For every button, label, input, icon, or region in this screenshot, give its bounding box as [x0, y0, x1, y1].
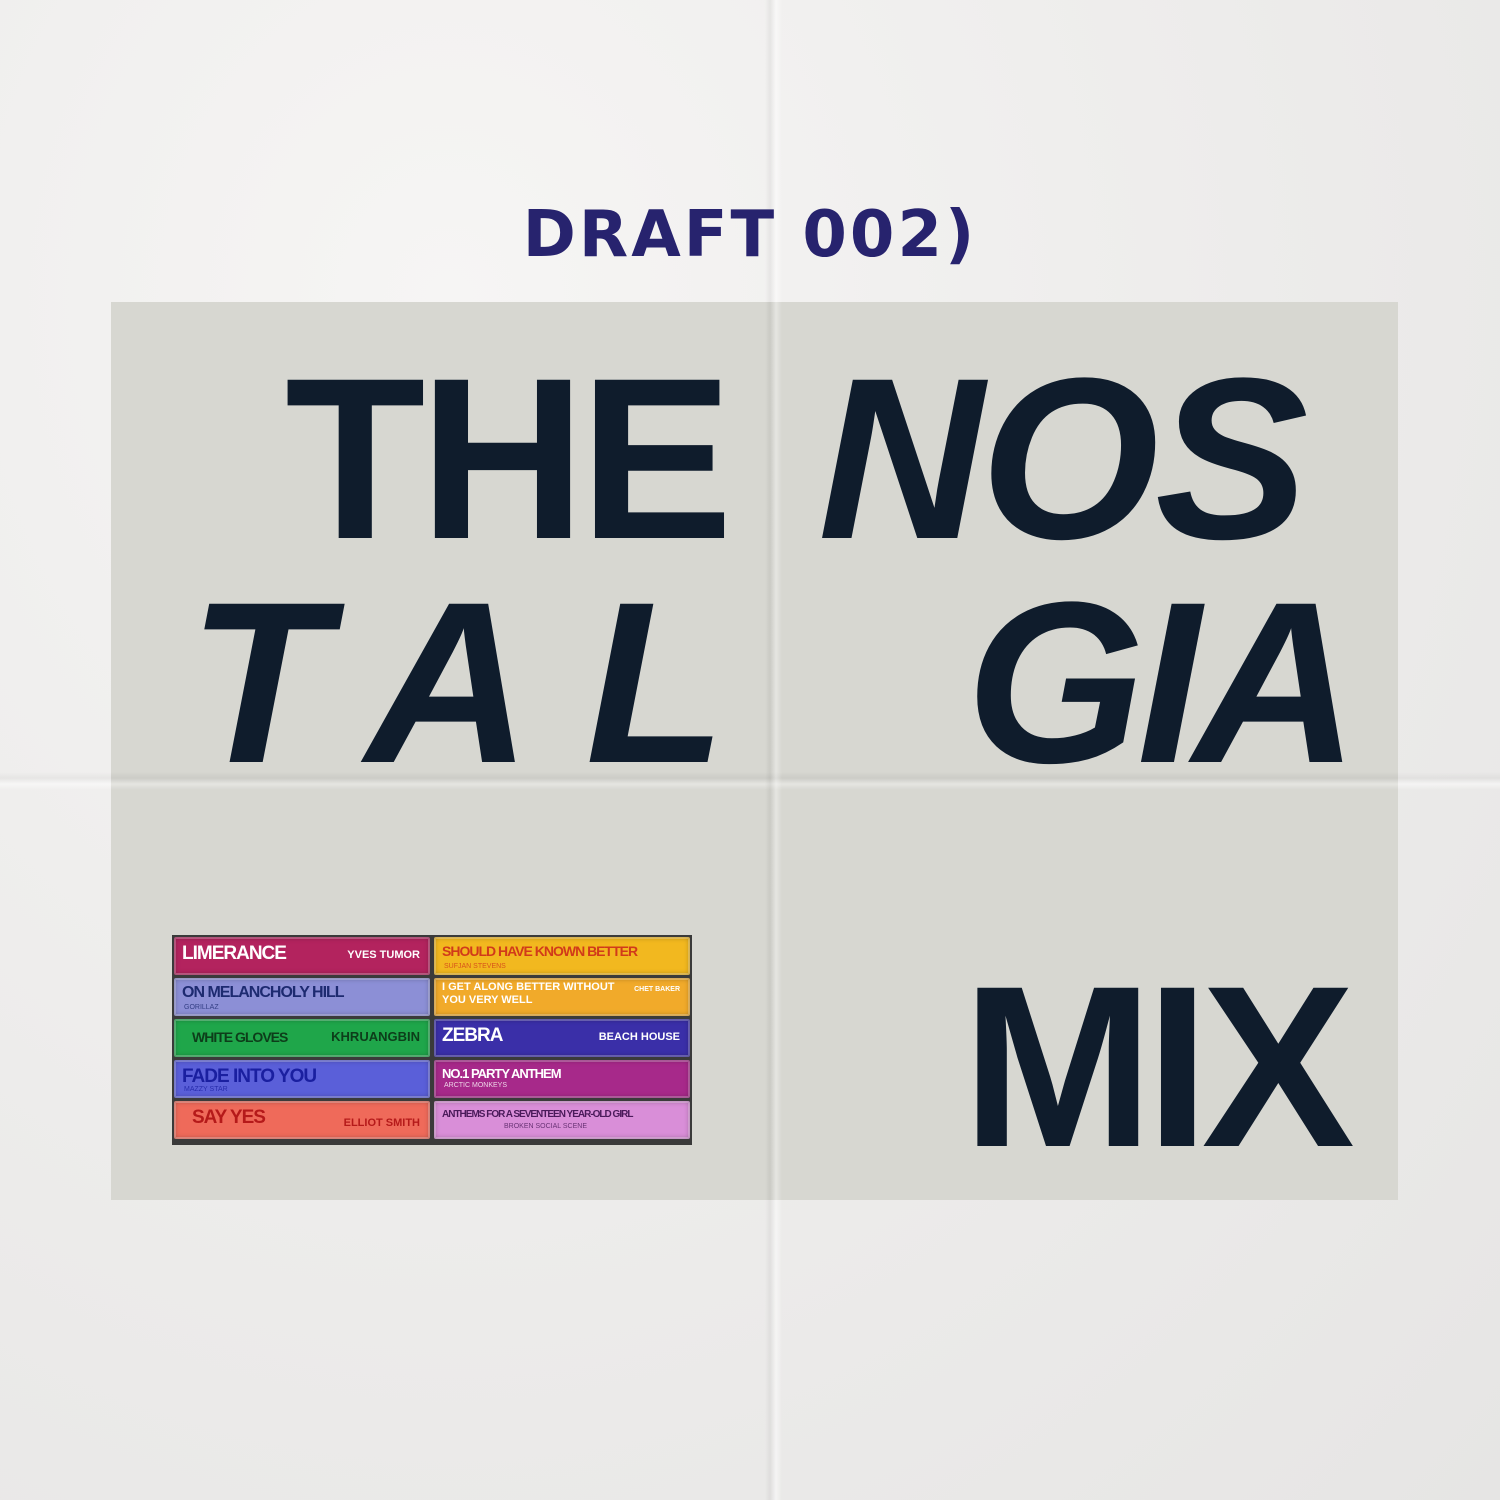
title-word-the: THE — [285, 330, 733, 587]
cassette-title: WHITE GLOVES — [192, 1029, 288, 1045]
cassette-anthems: ANTHEMS FOR A SEVENTEEN YEAR-OLD GIRL BR… — [434, 1101, 690, 1139]
cassette-white-gloves: WHITE GLOVES KHRUANGBIN — [174, 1019, 430, 1057]
cassette-say-yes: SAY YES ELLIOT SMITH — [174, 1101, 430, 1139]
cassette-title: SAY YES — [192, 1107, 266, 1128]
title-word-nos: NOS — [818, 330, 1308, 587]
cassette-title-line2: YOU VERY WELL — [442, 994, 533, 1006]
cassette-title: ON MELANCHOLY HILL — [182, 984, 345, 1001]
cassette-artist: ARCTIC MONKEYS — [444, 1082, 508, 1089]
cassette-artist: BROKEN SOCIAL SCENE — [504, 1123, 587, 1130]
cassette-column-left: LIMERANCE YVES TUMOR ON MELANCHOLY HILL … — [174, 937, 430, 1142]
cassette-no1-party-anthem: NO.1 PARTY ANTHEM ARCTIC MONKEYS — [434, 1060, 690, 1098]
cassette-title: I GET ALONG BETTER WITHOUT — [442, 981, 615, 993]
draft-label: DRAFT 002) — [522, 198, 978, 272]
cassette-artist: YVES TUMOR — [347, 949, 420, 961]
cassette-artist: MAZZY STAR — [184, 1086, 228, 1093]
cassette-limerance: LIMERANCE YVES TUMOR — [174, 937, 430, 975]
cassette-title: ZEBRA — [442, 1025, 503, 1046]
cassette-artist: CHET BAKER — [634, 986, 680, 993]
cassette-i-get-along: I GET ALONG BETTER WITHOUT YOU VERY WELL… — [434, 978, 690, 1016]
cassette-column-right: SHOULD HAVE KNOWN BETTER SUFJAN STEVENS … — [434, 937, 690, 1142]
cassette-zebra: ZEBRA BEACH HOUSE — [434, 1019, 690, 1057]
title-word-tal: TAL — [188, 554, 781, 811]
cassette-fade-into-you: FADE INTO YOU MAZZY STAR — [174, 1060, 430, 1098]
cassette-title: FADE INTO YOU — [182, 1066, 317, 1087]
cassette-artist: KHRUANGBIN — [331, 1029, 420, 1044]
cassette-stack: LIMERANCE YVES TUMOR ON MELANCHOLY HILL … — [172, 935, 692, 1145]
cassette-artist: ELLIOT SMITH — [343, 1117, 420, 1129]
title-word-gia: GIA — [966, 554, 1359, 811]
cassette-title: NO.1 PARTY ANTHEM — [442, 1066, 562, 1081]
cassette-artist: GORILLAZ — [184, 1004, 219, 1011]
cassette-should-have-known-better: SHOULD HAVE KNOWN BETTER SUFJAN STEVENS — [434, 937, 690, 975]
cassette-title: ANTHEMS FOR A SEVENTEEN YEAR-OLD GIRL — [442, 1109, 633, 1120]
title-word-mix: MIX — [962, 938, 1355, 1195]
cassette-artist: SUFJAN STEVENS — [444, 963, 506, 970]
cassette-artist: BEACH HOUSE — [598, 1031, 680, 1043]
cassette-title: SHOULD HAVE KNOWN BETTER — [442, 943, 638, 959]
cassette-title: LIMERANCE — [182, 943, 287, 964]
cassette-on-melancholy-hill: ON MELANCHOLY HILL GORILLAZ — [174, 978, 430, 1016]
